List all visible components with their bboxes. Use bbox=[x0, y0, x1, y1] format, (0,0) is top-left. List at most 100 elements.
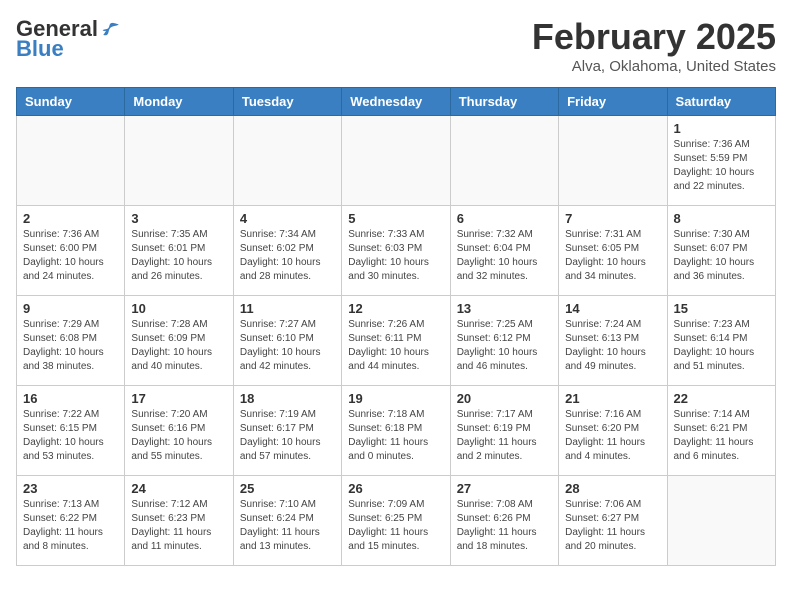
calendar-table: SundayMondayTuesdayWednesdayThursdayFrid… bbox=[16, 87, 776, 566]
calendar-cell: 7 Sunrise: 7:31 AM Sunset: 6:05 PM Daylig… bbox=[559, 206, 667, 296]
day-info: Sunrise: 7:09 AM Sunset: 6:25 PM Dayligh… bbox=[348, 498, 443, 554]
day-number: 4 bbox=[240, 211, 335, 226]
day-number: 25 bbox=[240, 481, 335, 496]
calendar-cell: 26 Sunrise: 7:09 AM Sunset: 6:25 PM Dayli… bbox=[342, 476, 450, 566]
calendar-cell: 16 Sunrise: 7:22 AM Sunset: 6:15 PM Dayli… bbox=[17, 386, 125, 476]
weekday-header-wednesday: Wednesday bbox=[342, 88, 450, 116]
day-info: Sunrise: 7:30 AM Sunset: 6:07 PM Dayligh… bbox=[674, 228, 769, 284]
month-title: February 2025 bbox=[532, 16, 776, 58]
day-info: Sunrise: 7:36 AM Sunset: 5:59 PM Dayligh… bbox=[674, 138, 769, 194]
calendar-week-row-4: 16 Sunrise: 7:22 AM Sunset: 6:15 PM Dayli… bbox=[17, 386, 776, 476]
logo: General Blue bbox=[16, 16, 120, 62]
logo-bird-icon bbox=[102, 20, 120, 38]
calendar-week-row-1: 1 Sunrise: 7:36 AM Sunset: 5:59 PM Daylig… bbox=[17, 116, 776, 206]
weekday-header-friday: Friday bbox=[559, 88, 667, 116]
calendar-cell: 28 Sunrise: 7:06 AM Sunset: 6:27 PM Dayli… bbox=[559, 476, 667, 566]
day-info: Sunrise: 7:32 AM Sunset: 6:04 PM Dayligh… bbox=[457, 228, 552, 284]
weekday-header-thursday: Thursday bbox=[450, 88, 558, 116]
calendar-cell: 8 Sunrise: 7:30 AM Sunset: 6:07 PM Daylig… bbox=[667, 206, 775, 296]
calendar-cell: 17 Sunrise: 7:20 AM Sunset: 6:16 PM Dayli… bbox=[125, 386, 233, 476]
calendar-cell bbox=[125, 116, 233, 206]
day-info: Sunrise: 7:18 AM Sunset: 6:18 PM Dayligh… bbox=[348, 408, 443, 464]
calendar-week-row-2: 2 Sunrise: 7:36 AM Sunset: 6:00 PM Daylig… bbox=[17, 206, 776, 296]
day-number: 17 bbox=[131, 391, 226, 406]
day-info: Sunrise: 7:25 AM Sunset: 6:12 PM Dayligh… bbox=[457, 318, 552, 374]
day-number: 26 bbox=[348, 481, 443, 496]
day-info: Sunrise: 7:27 AM Sunset: 6:10 PM Dayligh… bbox=[240, 318, 335, 374]
day-info: Sunrise: 7:24 AM Sunset: 6:13 PM Dayligh… bbox=[565, 318, 660, 374]
day-number: 19 bbox=[348, 391, 443, 406]
day-number: 2 bbox=[23, 211, 118, 226]
day-number: 11 bbox=[240, 301, 335, 316]
calendar-cell: 14 Sunrise: 7:24 AM Sunset: 6:13 PM Dayli… bbox=[559, 296, 667, 386]
weekday-header-saturday: Saturday bbox=[667, 88, 775, 116]
calendar-cell: 1 Sunrise: 7:36 AM Sunset: 5:59 PM Daylig… bbox=[667, 116, 775, 206]
day-info: Sunrise: 7:10 AM Sunset: 6:24 PM Dayligh… bbox=[240, 498, 335, 554]
day-info: Sunrise: 7:22 AM Sunset: 6:15 PM Dayligh… bbox=[23, 408, 118, 464]
calendar-cell: 2 Sunrise: 7:36 AM Sunset: 6:00 PM Daylig… bbox=[17, 206, 125, 296]
weekday-header-tuesday: Tuesday bbox=[233, 88, 341, 116]
day-number: 15 bbox=[674, 301, 769, 316]
day-number: 27 bbox=[457, 481, 552, 496]
calendar-cell bbox=[667, 476, 775, 566]
day-number: 16 bbox=[23, 391, 118, 406]
calendar-week-row-3: 9 Sunrise: 7:29 AM Sunset: 6:08 PM Daylig… bbox=[17, 296, 776, 386]
calendar-cell bbox=[450, 116, 558, 206]
calendar-cell bbox=[17, 116, 125, 206]
day-number: 22 bbox=[674, 391, 769, 406]
logo-blue-text: Blue bbox=[16, 36, 64, 62]
weekday-header-monday: Monday bbox=[125, 88, 233, 116]
day-info: Sunrise: 7:29 AM Sunset: 6:08 PM Dayligh… bbox=[23, 318, 118, 374]
calendar-cell: 10 Sunrise: 7:28 AM Sunset: 6:09 PM Dayli… bbox=[125, 296, 233, 386]
calendar-week-row-5: 23Sunrise: 7:13 AM Sunset: 6:22 PM Dayli… bbox=[17, 476, 776, 566]
day-info: Sunrise: 7:28 AM Sunset: 6:09 PM Dayligh… bbox=[131, 318, 226, 374]
day-number: 8 bbox=[674, 211, 769, 226]
day-number: 1 bbox=[674, 121, 769, 136]
title-block: February 2025 Alva, Oklahoma, United Sta… bbox=[532, 16, 776, 75]
weekday-header-row: SundayMondayTuesdayWednesdayThursdayFrid… bbox=[17, 88, 776, 116]
calendar-cell: 25 Sunrise: 7:10 AM Sunset: 6:24 PM Dayli… bbox=[233, 476, 341, 566]
calendar-cell: 21 Sunrise: 7:16 AM Sunset: 6:20 PM Dayli… bbox=[559, 386, 667, 476]
day-number: 5 bbox=[348, 211, 443, 226]
day-info: Sunrise: 7:26 AM Sunset: 6:11 PM Dayligh… bbox=[348, 318, 443, 374]
day-number: 18 bbox=[240, 391, 335, 406]
calendar-cell: 15 Sunrise: 7:23 AM Sunset: 6:14 PM Dayli… bbox=[667, 296, 775, 386]
day-info: Sunrise: 7:12 AM Sunset: 6:23 PM Dayligh… bbox=[131, 498, 226, 554]
day-info: Sunrise: 7:14 AM Sunset: 6:21 PM Dayligh… bbox=[674, 408, 769, 464]
day-number: 20 bbox=[457, 391, 552, 406]
calendar-cell bbox=[342, 116, 450, 206]
location-text: Alva, Oklahoma, United States bbox=[532, 58, 776, 75]
day-info: Sunrise: 7:23 AM Sunset: 6:14 PM Dayligh… bbox=[674, 318, 769, 374]
day-info: Sunrise: 7:19 AM Sunset: 6:17 PM Dayligh… bbox=[240, 408, 335, 464]
day-info: Sunrise: 7:34 AM Sunset: 6:02 PM Dayligh… bbox=[240, 228, 335, 284]
day-number: 12 bbox=[348, 301, 443, 316]
day-info: Sunrise: 7:33 AM Sunset: 6:03 PM Dayligh… bbox=[348, 228, 443, 284]
day-number: 24 bbox=[131, 481, 226, 496]
day-info: Sunrise: 7:16 AM Sunset: 6:20 PM Dayligh… bbox=[565, 408, 660, 464]
day-info: Sunrise: 7:17 AM Sunset: 6:19 PM Dayligh… bbox=[457, 408, 552, 464]
day-number: 10 bbox=[131, 301, 226, 316]
day-info: Sunrise: 7:35 AM Sunset: 6:01 PM Dayligh… bbox=[131, 228, 226, 284]
day-number: 23 bbox=[23, 481, 118, 496]
day-number: 9 bbox=[23, 301, 118, 316]
day-number: 3 bbox=[131, 211, 226, 226]
day-info: Sunrise: 7:20 AM Sunset: 6:16 PM Dayligh… bbox=[131, 408, 226, 464]
calendar-cell: 9 Sunrise: 7:29 AM Sunset: 6:08 PM Daylig… bbox=[17, 296, 125, 386]
day-info: Sunrise: 7:31 AM Sunset: 6:05 PM Dayligh… bbox=[565, 228, 660, 284]
day-number: 21 bbox=[565, 391, 660, 406]
calendar-cell: 4 Sunrise: 7:34 AM Sunset: 6:02 PM Daylig… bbox=[233, 206, 341, 296]
calendar-cell bbox=[233, 116, 341, 206]
day-info: Sunrise: 7:36 AM Sunset: 6:00 PM Dayligh… bbox=[23, 228, 118, 284]
calendar-cell: 3 Sunrise: 7:35 AM Sunset: 6:01 PM Daylig… bbox=[125, 206, 233, 296]
calendar-cell: 18 Sunrise: 7:19 AM Sunset: 6:17 PM Dayli… bbox=[233, 386, 341, 476]
calendar-cell: 24 Sunrise: 7:12 AM Sunset: 6:23 PM Dayli… bbox=[125, 476, 233, 566]
day-number: 7 bbox=[565, 211, 660, 226]
calendar-cell: 5 Sunrise: 7:33 AM Sunset: 6:03 PM Daylig… bbox=[342, 206, 450, 296]
day-info: Sunrise: 7:06 AM Sunset: 6:27 PM Dayligh… bbox=[565, 498, 660, 554]
day-number: 13 bbox=[457, 301, 552, 316]
calendar-cell: 13 Sunrise: 7:25 AM Sunset: 6:12 PM Dayli… bbox=[450, 296, 558, 386]
day-number: 28 bbox=[565, 481, 660, 496]
calendar-cell: 6Sunrise: 7:32 AM Sunset: 6:04 PM Daylig… bbox=[450, 206, 558, 296]
day-number: 14 bbox=[565, 301, 660, 316]
calendar-cell: 23Sunrise: 7:13 AM Sunset: 6:22 PM Dayli… bbox=[17, 476, 125, 566]
